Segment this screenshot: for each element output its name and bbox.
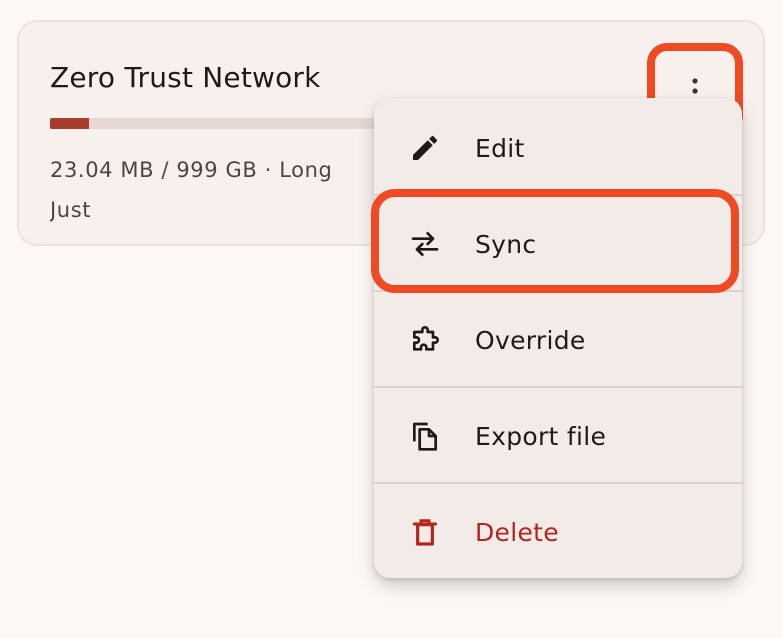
menu-item-label: Sync [475,229,537,259]
puzzle-icon [413,326,439,351]
menu-divider [374,194,742,196]
menu-divider [374,290,742,292]
menu-item-label: Export file [475,421,607,451]
menu-item-export-file[interactable]: Export file [374,389,742,483]
menu-item-label: Edit [475,133,525,163]
usage-progress-fill [50,118,89,129]
menu-item-delete[interactable]: Delete [374,485,742,578]
menu-item-label: Delete [475,517,559,547]
menu-item-label: Override [475,325,586,355]
menu-item-override[interactable]: Override [374,293,742,387]
card-title: Zero Trust Network [50,61,321,94]
menu-divider [374,386,742,388]
menu-item-edit[interactable]: Edit [374,101,742,195]
menu-item-sync[interactable]: Sync [374,197,742,291]
menu-divider [374,482,742,484]
swap-arrows-icon [411,232,439,256]
trash-icon [412,519,438,546]
more-vert-icon [692,78,698,94]
updated-text: Just [50,198,92,222]
screen: Zero Trust Network 23.04 MB / 999 GB · L… [0,0,782,638]
context-menu: Edit Sync Override Export file Delete [374,98,742,578]
copy-file-icon [413,422,437,451]
pencil-icon [413,135,438,160]
usage-progress-bar [50,118,375,129]
card-meta: 23.04 MB / 999 GB · Long Just [50,150,380,230]
usage-text: 23.04 MB / 999 GB · Long [50,158,333,182]
